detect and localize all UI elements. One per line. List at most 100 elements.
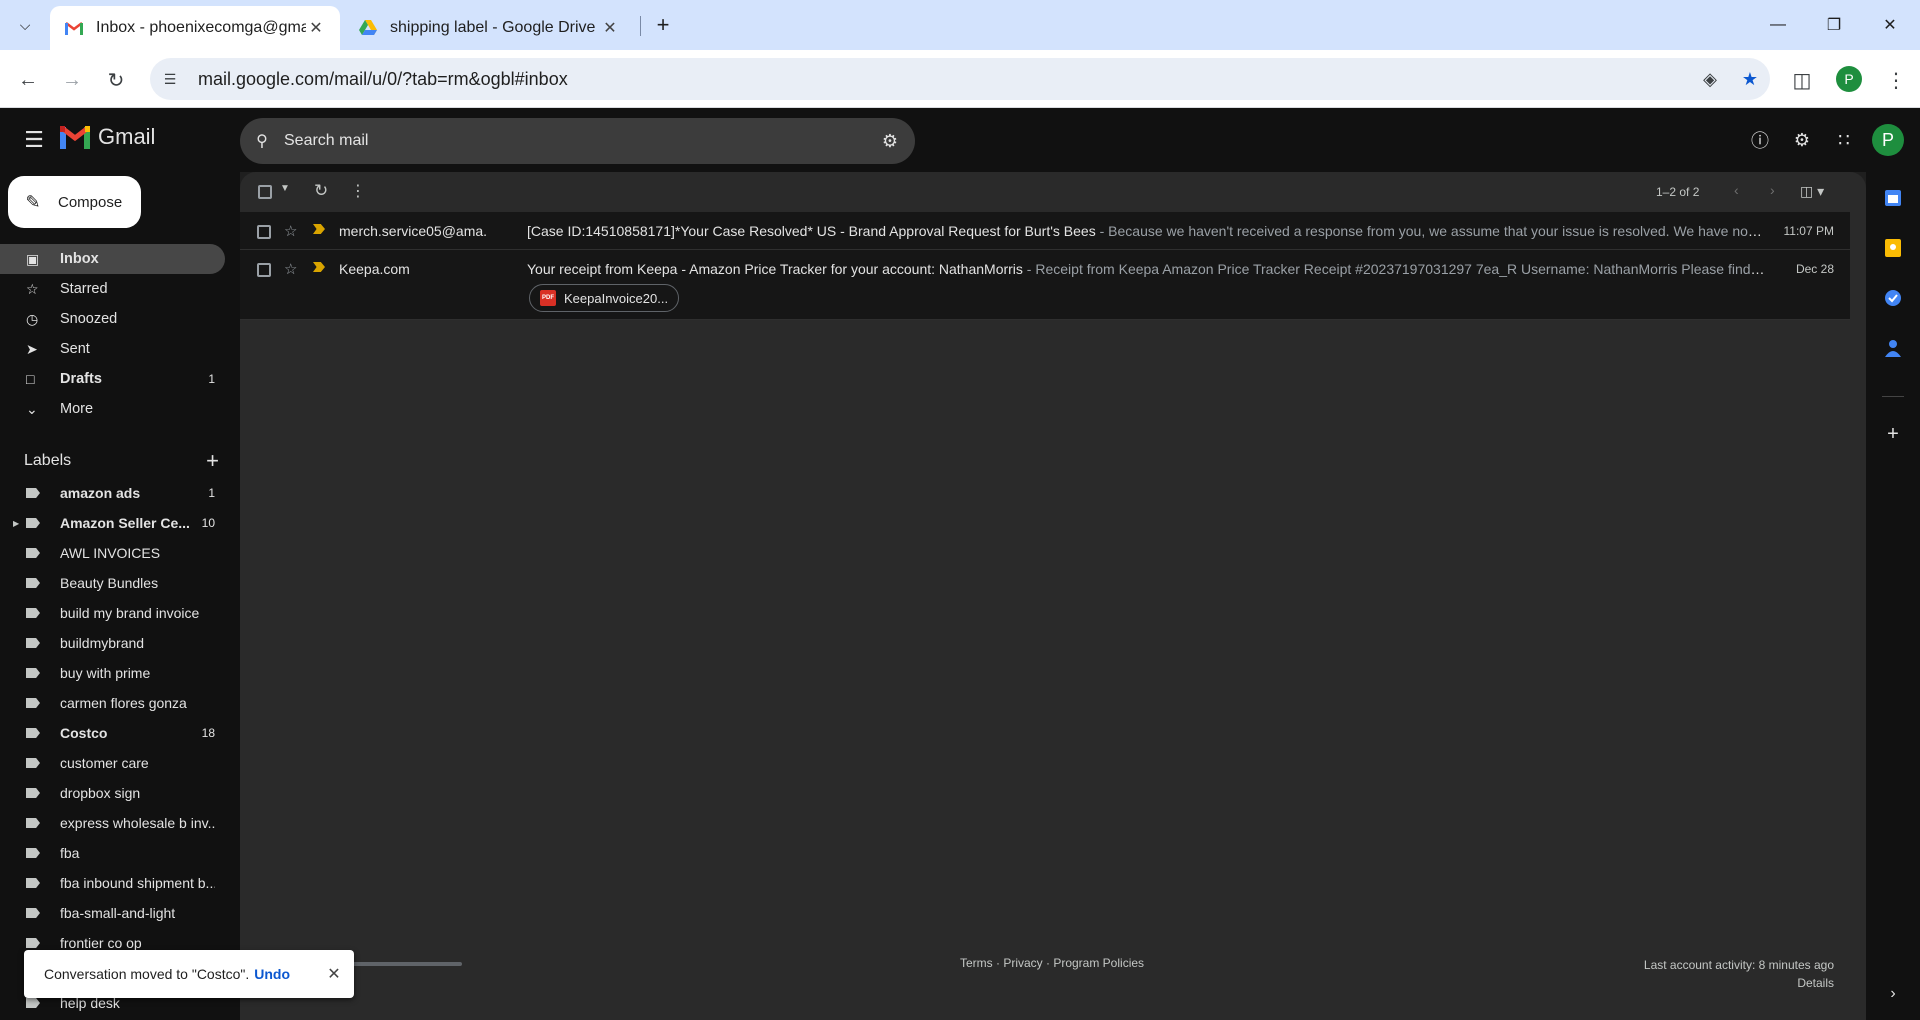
label-icon — [26, 605, 60, 621]
forward-icon[interactable]: → — [56, 64, 88, 96]
select-dropdown-icon[interactable]: ▼ — [280, 183, 290, 194]
sidebar-label[interactable]: customer care — [0, 748, 225, 778]
list-toolbar: ▼ ↻ ⋮ 1–2 of 2 ‹ › ◫ ▾ — [240, 172, 1850, 212]
sidebar-item-inbox[interactable]: ▣ Inbox — [0, 244, 225, 274]
bookmark-star-icon[interactable]: ★ — [1730, 69, 1770, 90]
important-marker-icon[interactable] — [313, 262, 325, 272]
add-label-icon[interactable]: + — [206, 448, 219, 474]
select-all-checkbox[interactable] — [258, 185, 272, 202]
sidebar-label[interactable]: fba-small-and-light — [0, 898, 225, 928]
tab-close-icon[interactable]: ✕ — [306, 18, 326, 38]
sidebar-item-drafts[interactable]: □ Drafts 1 — [0, 364, 225, 394]
footer-links[interactable]: Terms · Privacy · Program Policies — [960, 956, 1144, 970]
sidebar-label[interactable]: build my brand invoice — [0, 598, 225, 628]
prev-page-icon[interactable]: ‹ — [1734, 182, 1739, 198]
label-icon — [26, 695, 60, 711]
site-info-icon[interactable]: ☰ — [150, 71, 190, 88]
labels-title: Labels — [24, 452, 72, 469]
email-date: 11:07 PM — [1783, 224, 1834, 238]
reload-icon[interactable]: ↻ — [100, 64, 132, 96]
important-marker-icon[interactable] — [313, 224, 325, 234]
attachment-chip[interactable]: PDF KeepaInvoice20... — [529, 284, 679, 312]
drive-favicon-icon — [358, 18, 378, 38]
help-icon[interactable]: ⓘ — [1746, 126, 1774, 154]
expand-caret-icon[interactable]: ▶ — [13, 519, 19, 528]
email-row[interactable]: ☆ Keepa.com Your receipt from Keepa - Am… — [240, 250, 1850, 320]
row-checkbox[interactable] — [257, 263, 271, 280]
search-icon[interactable]: ⚲ — [240, 131, 284, 151]
side-panel-divider — [1882, 396, 1904, 397]
more-options-icon[interactable]: ⋮ — [350, 181, 366, 201]
row-checkbox[interactable] — [257, 225, 271, 242]
tab-inbox[interactable]: Inbox - phoenixecomga@gmail.com ✕ — [50, 6, 340, 50]
attachment-name: KeepaInvoice20... — [564, 290, 669, 306]
compose-button[interactable]: ✎ Compose — [8, 176, 141, 228]
show-side-panel-chevron-icon[interactable]: › — [1881, 982, 1905, 1006]
star-icon[interactable]: ☆ — [284, 260, 297, 278]
sidebar-item-starred[interactable]: ☆ Starred — [0, 274, 225, 304]
split-pane-icon[interactable]: ◫ ▾ — [1800, 183, 1824, 200]
sidebar-label[interactable]: amazon ads 1 — [0, 478, 225, 508]
profile-avatar[interactable]: P — [1836, 66, 1862, 92]
refresh-icon[interactable]: ↻ — [314, 181, 328, 201]
sidebar-label[interactable]: fba inbound shipment b... — [0, 868, 225, 898]
sidebar-item-sent[interactable]: ➤ Sent — [0, 334, 225, 364]
gmail-wordmark: Gmail — [98, 124, 156, 149]
get-addons-plus-icon[interactable]: + — [1881, 422, 1905, 446]
apps-grid-icon[interactable]: ∷ — [1830, 126, 1858, 154]
close-icon[interactable]: ✕ — [314, 964, 354, 984]
side-panel: + › — [1866, 172, 1920, 1020]
next-page-icon[interactable]: › — [1770, 182, 1775, 198]
settings-gear-icon[interactable]: ⚙ — [1788, 126, 1816, 154]
sidebar-label[interactable]: ▶ Amazon Seller Ce... 10 — [0, 508, 225, 538]
main-menu-icon[interactable]: ☰ — [20, 126, 48, 154]
sidebar-label[interactable]: Beauty Bundles — [0, 568, 225, 598]
extension-icon[interactable]: ◈ — [1690, 69, 1730, 90]
sidebar-label[interactable]: express wholesale b inv... — [0, 808, 225, 838]
sidebar-item-snoozed[interactable]: ◷ Snoozed — [0, 304, 225, 334]
browser-menu-icon[interactable]: ⋮ — [1880, 64, 1912, 96]
draft-icon: □ — [26, 371, 35, 387]
email-subject: Your receipt from Keepa - Amazon Price T… — [527, 261, 1023, 277]
search-input[interactable] — [284, 132, 865, 150]
sidebar-label[interactable]: carmen flores gonza — [0, 688, 225, 718]
restore-icon[interactable]: ❐ — [1806, 0, 1862, 50]
tasks-icon[interactable] — [1881, 286, 1905, 310]
sidebar-label[interactable]: buy with prime — [0, 658, 225, 688]
email-snippet: - Because we haven't received a response… — [1095, 223, 1765, 239]
new-tab-icon[interactable]: + — [648, 10, 678, 40]
calendar-icon[interactable] — [1881, 186, 1905, 210]
account-avatar[interactable]: P — [1872, 124, 1904, 156]
sidebar-label[interactable]: fba — [0, 838, 225, 868]
contacts-icon[interactable] — [1881, 336, 1905, 360]
label-icon — [26, 785, 60, 801]
back-icon[interactable]: ← — [12, 64, 44, 96]
side-panel-icon[interactable]: ◫ — [1786, 64, 1818, 96]
tab-search-chevron-icon[interactable]: ⌵ — [10, 10, 40, 40]
tab-close-icon[interactable]: ✕ — [600, 18, 620, 38]
search-bar[interactable]: ⚲ ⚙ — [240, 118, 915, 164]
star-icon: ☆ — [26, 280, 39, 297]
minimize-icon[interactable]: — — [1750, 0, 1806, 50]
label-icon — [26, 725, 60, 741]
sidebar-item-more[interactable]: ⌄ More — [0, 394, 225, 424]
main-panel: ▼ ↻ ⋮ 1–2 of 2 ‹ › ◫ ▾ ☆ merch.service05… — [240, 172, 1866, 1020]
compose-label: Compose — [58, 193, 123, 211]
star-icon[interactable]: ☆ — [284, 222, 297, 240]
keep-icon[interactable] — [1881, 236, 1905, 260]
tab-drive[interactable]: shipping label - Google Drive ✕ — [344, 6, 634, 50]
sidebar-label[interactable]: buildmybrand — [0, 628, 225, 658]
labels-header: Labels + — [24, 448, 219, 474]
sidebar-label[interactable]: Costco 18 — [0, 718, 225, 748]
pagination-count: 1–2 of 2 — [1656, 185, 1700, 199]
search-options-icon[interactable]: ⚙ — [865, 131, 915, 152]
details-link[interactable]: Details — [1644, 974, 1834, 992]
close-window-icon[interactable]: ✕ — [1862, 0, 1918, 50]
address-bar[interactable]: ☰ mail.google.com/mail/u/0/?tab=rm&ogbl#… — [150, 58, 1770, 100]
gmail-logo[interactable]: Gmail — [60, 124, 155, 150]
sidebar-label[interactable]: AWL INVOICES — [0, 538, 225, 568]
email-row[interactable]: ☆ merch.service05@ama. [Case ID:14510858… — [240, 212, 1850, 250]
label-icon — [26, 935, 60, 951]
undo-button[interactable]: Undo — [254, 966, 314, 982]
sidebar-label[interactable]: dropbox sign — [0, 778, 225, 808]
